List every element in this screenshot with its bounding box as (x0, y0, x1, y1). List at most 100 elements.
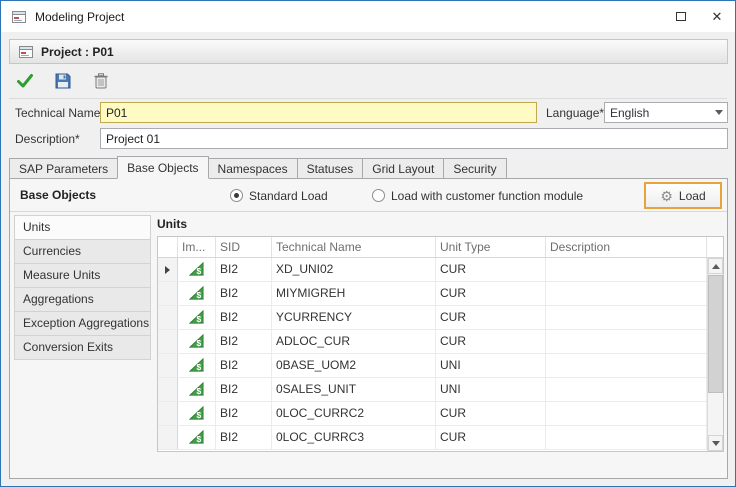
delete-button[interactable] (87, 67, 115, 95)
toolbar-separator (9, 98, 727, 99)
column-header-sid[interactable]: SID (216, 237, 272, 257)
sid-cell: BI2 (216, 258, 272, 281)
chevron-down-icon (715, 110, 723, 115)
unit-currency-icon: $ (189, 334, 204, 349)
unit-type-cell: CUR (436, 282, 546, 305)
standard-load-radio[interactable]: Standard Load (230, 179, 328, 212)
project-header-title: Project : P01 (41, 45, 114, 59)
checkmark-icon (16, 72, 34, 90)
row-selector-cell[interactable] (158, 306, 178, 329)
tab-base-objects[interactable]: Base Objects (117, 156, 208, 179)
tab-statuses[interactable]: Statuses (297, 158, 364, 179)
tab-namespaces[interactable]: Namespaces (208, 158, 298, 179)
table-row[interactable]: $ BI2 ADLOC_CUR CUR (158, 330, 707, 354)
description-cell (546, 426, 707, 449)
technical-name-input[interactable] (100, 102, 537, 123)
tab-strip: SAP Parameters Base Objects Namespaces S… (9, 156, 506, 179)
load-button-label: Load (679, 189, 706, 203)
scroll-down-button[interactable] (708, 435, 723, 451)
language-value: English (605, 106, 710, 120)
table-row[interactable]: $ BI2 0LOC_CURRC3 CUR (158, 426, 707, 450)
unit-icon-cell: $ (178, 378, 216, 401)
table-row[interactable]: $ BI2 0SALES_UNIT UNI (158, 378, 707, 402)
unit-icon-cell: $ (178, 426, 216, 449)
save-icon (54, 72, 72, 90)
validate-button[interactable] (11, 67, 39, 95)
row-selector-cell[interactable] (158, 330, 178, 353)
row-selector-cell[interactable] (158, 258, 178, 281)
sidebar-item-conversion-exits[interactable]: Conversion Exits (14, 335, 151, 360)
sidebar-item-exception-aggregations[interactable]: Exception Aggregations (14, 311, 151, 336)
table-row[interactable]: $ BI2 YCURRENCY CUR (158, 306, 707, 330)
row-selector-cell[interactable] (158, 282, 178, 305)
sidebar-item-aggregations[interactable]: Aggregations (14, 287, 151, 312)
sidebar-item-measure-units[interactable]: Measure Units (14, 263, 151, 288)
unit-currency-icon: $ (189, 310, 204, 325)
tab-security[interactable]: Security (443, 158, 506, 179)
vertical-scrollbar[interactable] (707, 258, 723, 451)
unit-currency-icon: $ (189, 358, 204, 373)
toolbar (11, 67, 115, 95)
technical-name-cell: 0LOC_CURRC2 (272, 402, 436, 425)
scrollbar-thumb[interactable] (708, 275, 723, 393)
base-objects-panel: Base Objects Standard Load Load with cus… (9, 178, 728, 479)
load-button[interactable]: ⚙ Load (644, 182, 722, 209)
tab-grid-layout[interactable]: Grid Layout (362, 158, 444, 179)
unit-icon-cell: $ (178, 354, 216, 377)
row-selector-cell[interactable] (158, 426, 178, 449)
tab-sap-parameters[interactable]: SAP Parameters (9, 158, 118, 179)
titlebar: Modeling Project ✕ (1, 1, 735, 32)
scroll-up-icon (712, 264, 720, 269)
sidebar-item-units[interactable]: Units (14, 215, 151, 240)
trash-icon (92, 72, 110, 90)
unit-icon-cell: $ (178, 306, 216, 329)
unit-type-cell: UNI (436, 378, 546, 401)
scroll-up-button[interactable] (708, 258, 723, 274)
modeling-project-window: Modeling Project ✕ Project : P01 (0, 0, 736, 487)
sid-cell: BI2 (216, 330, 272, 353)
language-select[interactable]: English (604, 102, 728, 123)
project-group-header[interactable]: Project : P01 (9, 39, 728, 64)
close-button[interactable]: ✕ (699, 1, 735, 32)
dropdown-button[interactable] (710, 103, 727, 122)
row-selector-cell[interactable] (158, 378, 178, 401)
table-row[interactable]: $ BI2 XD_UNI02 CUR (158, 258, 707, 282)
window-title: Modeling Project (35, 10, 124, 24)
app-icon (11, 9, 27, 25)
row-indicator-header (158, 237, 178, 257)
unit-type-cell: CUR (436, 258, 546, 281)
unit-currency-icon: $ (189, 286, 204, 301)
description-cell (546, 354, 707, 377)
description-cell (546, 306, 707, 329)
units-caption: Units (157, 217, 187, 231)
scroll-down-icon (712, 441, 720, 446)
description-label: Description* (15, 132, 80, 146)
maximize-button[interactable] (663, 1, 699, 32)
unit-type-cell: CUR (436, 402, 546, 425)
column-header-unit-type[interactable]: Unit Type (436, 237, 546, 257)
row-selector-cell[interactable] (158, 354, 178, 377)
table-row[interactable]: $ BI2 0LOC_CURRC2 CUR (158, 402, 707, 426)
base-objects-header-strip: Base Objects Standard Load Load with cus… (10, 179, 727, 212)
description-cell (546, 378, 707, 401)
table-row[interactable]: $ BI2 0BASE_UOM2 UNI (158, 354, 707, 378)
svg-text:$: $ (197, 410, 202, 420)
technical-name-cell: XD_UNI02 (272, 258, 436, 281)
description-input[interactable] (100, 128, 728, 149)
column-header-technical-name[interactable]: Technical Name (272, 237, 436, 257)
svg-text:$: $ (197, 386, 202, 396)
column-header-description[interactable]: Description (546, 237, 707, 257)
current-row-icon (165, 266, 170, 274)
technical-name-cell: MIYMIGREH (272, 282, 436, 305)
save-button[interactable] (49, 67, 77, 95)
unit-type-cell: CUR (436, 306, 546, 329)
column-header-imported[interactable]: Im... (178, 237, 216, 257)
svg-text:$: $ (197, 362, 202, 372)
technical-name-cell: 0BASE_UOM2 (272, 354, 436, 377)
sidebar-item-currencies[interactable]: Currencies (14, 239, 151, 264)
radio-selected-icon (230, 189, 243, 202)
row-selector-cell[interactable] (158, 402, 178, 425)
svg-text:$: $ (197, 290, 202, 300)
table-row[interactable]: $ BI2 MIYMIGREH CUR (158, 282, 707, 306)
customer-load-radio[interactable]: Load with customer function module (372, 179, 583, 212)
